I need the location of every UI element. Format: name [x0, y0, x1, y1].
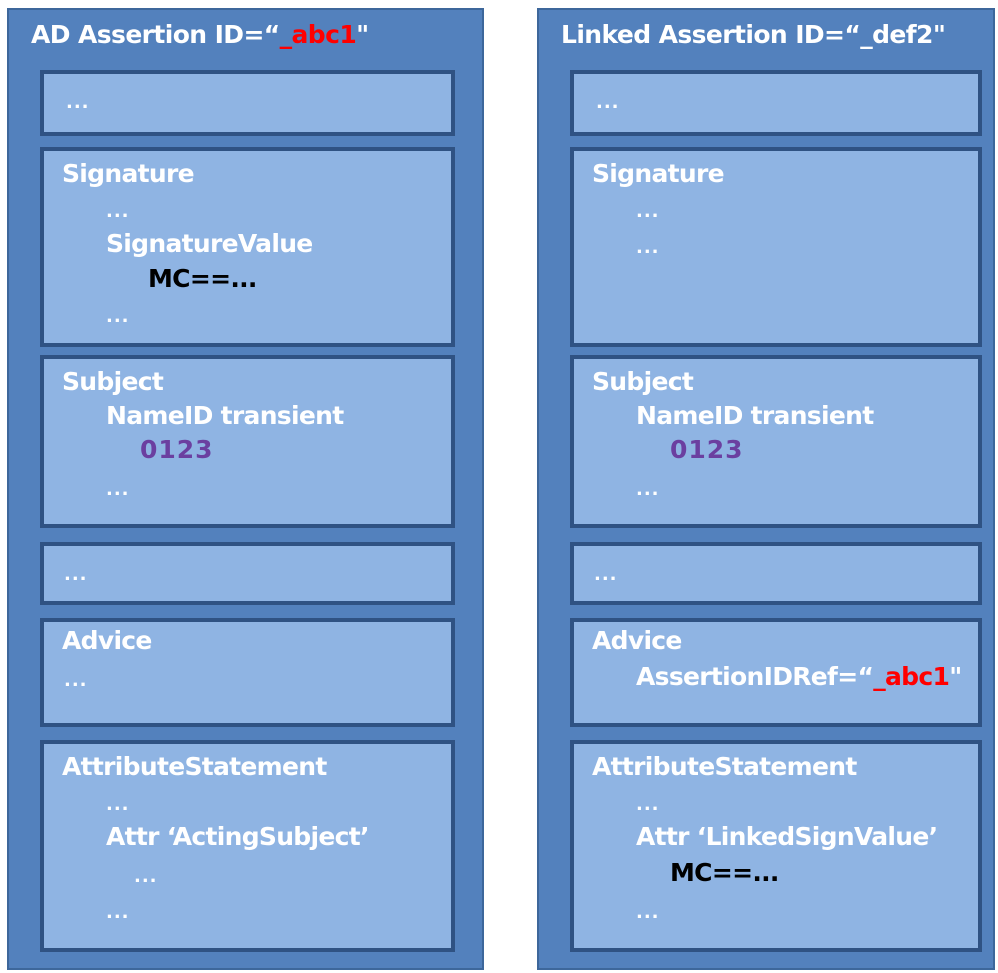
- right-signature-line2: ...: [636, 237, 660, 258]
- left-subject-nameid: NameID transient: [106, 401, 344, 430]
- left-signature-header: Signature: [62, 159, 195, 188]
- right-signature-header: Signature: [592, 159, 725, 188]
- right-signature-box: Signature ... ...: [570, 147, 982, 347]
- right-box-ellipsis-mid: ...: [570, 542, 982, 605]
- right-attribute-statement-box: AttributeStatement ... Attr ‘LinkedSignV…: [570, 740, 982, 952]
- right-advice-header: Advice: [592, 626, 682, 655]
- right-advice-idref-suffix: ": [949, 662, 962, 691]
- right-advice-idref-value: _abc1: [873, 662, 950, 691]
- left-attr-line1: ...: [106, 794, 130, 815]
- right-attr-header: AttributeStatement: [592, 752, 857, 781]
- right-subject-line3: ...: [636, 479, 660, 500]
- right-subject-nameid: NameID transient: [636, 401, 874, 430]
- left-subject-header: Subject: [62, 367, 164, 396]
- left-box-ellipsis-top: ...: [40, 70, 455, 136]
- right-box1-text: ...: [596, 92, 620, 113]
- ad-assertion-title-suffix: ": [356, 20, 369, 49]
- ad-assertion-title: AD Assertion ID=“_abc1": [31, 20, 369, 49]
- right-box4-text: ...: [594, 564, 618, 585]
- right-subject-header: Subject: [592, 367, 694, 396]
- left-signature-line4: ...: [106, 306, 130, 327]
- left-subject-line3: ...: [106, 479, 130, 500]
- right-attr-line4: ...: [636, 902, 660, 923]
- right-advice-idref-prefix: AssertionIDRef=“: [636, 662, 874, 691]
- left-attr-line4: ...: [106, 902, 130, 923]
- right-subject-box: Subject NameID transient 0123 ...: [570, 355, 982, 528]
- right-attr-linked-sign-value: Attr ‘LinkedSignValue’: [636, 822, 938, 851]
- left-advice-line1: ...: [64, 670, 88, 691]
- left-box-ellipsis-mid: ...: [40, 542, 455, 605]
- left-box1-text: ...: [66, 92, 90, 113]
- linked-assertion-title: Linked Assertion ID=“_def2": [561, 20, 946, 49]
- left-attr-acting-subject: Attr ‘ActingSubject’: [106, 822, 369, 851]
- right-attr-sign-value: MC==...: [670, 858, 779, 887]
- right-advice-assertion-idref: AssertionIDRef=“_abc1": [636, 662, 962, 691]
- left-attr-header: AttributeStatement: [62, 752, 327, 781]
- left-signature-value-label: SignatureValue: [106, 229, 313, 258]
- left-signature-box: Signature ... SignatureValue MC==... ...: [40, 147, 455, 347]
- ad-assertion-title-prefix: AD Assertion ID=“: [31, 20, 280, 49]
- left-advice-box: Advice ...: [40, 618, 455, 727]
- left-signature-line1: ...: [106, 201, 130, 222]
- left-attribute-statement-box: AttributeStatement ... Attr ‘ActingSubje…: [40, 740, 455, 952]
- right-signature-line1: ...: [636, 201, 660, 222]
- right-advice-box: Advice AssertionIDRef=“_abc1": [570, 618, 982, 727]
- ad-assertion-id: _abc1: [279, 20, 357, 49]
- ad-assertion-panel: AD Assertion ID=“_abc1" ... Signature ..…: [7, 8, 484, 970]
- left-box4-text: ...: [64, 564, 88, 585]
- left-subject-box: Subject NameID transient 0123 ...: [40, 355, 455, 528]
- left-attr-line3: ...: [134, 866, 158, 887]
- linked-assertion-panel: Linked Assertion ID=“_def2" ... Signatur…: [537, 8, 995, 970]
- left-signature-value: MC==...: [148, 264, 257, 293]
- right-attr-line1: ...: [636, 794, 660, 815]
- left-advice-header: Advice: [62, 626, 152, 655]
- left-subject-value: 0123: [140, 435, 214, 464]
- right-subject-value: 0123: [670, 435, 744, 464]
- right-box-ellipsis-top: ...: [570, 70, 982, 136]
